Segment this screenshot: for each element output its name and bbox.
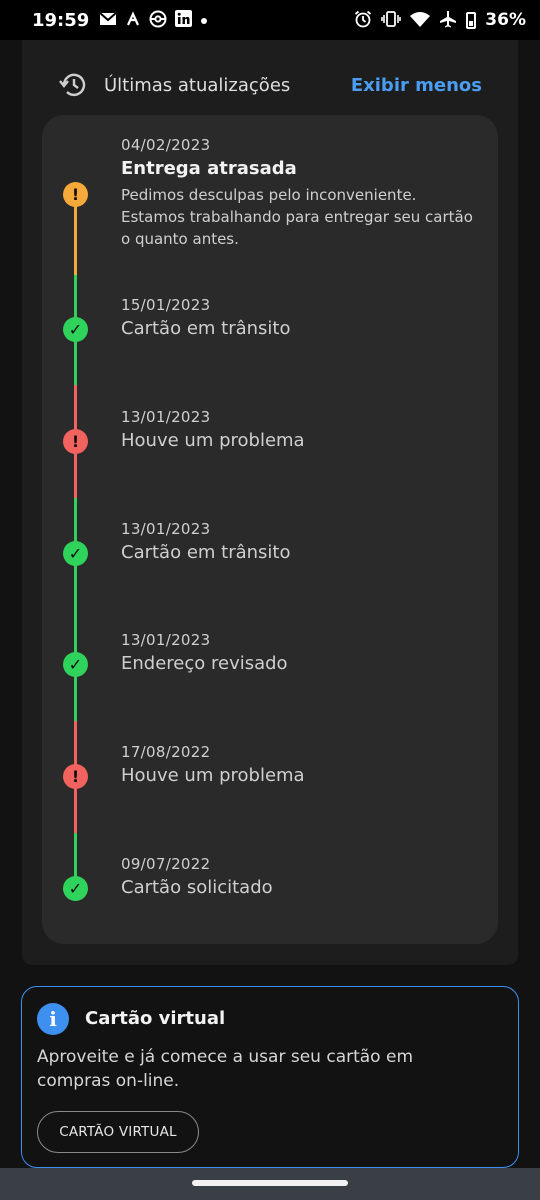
alert-icon: !	[63, 764, 88, 789]
updates-header: Últimas atualizações Exibir menos	[58, 68, 482, 102]
event-title: Cartão em trânsito	[121, 542, 291, 563]
alert-icon: !	[63, 429, 88, 454]
event-title: Cartão em trânsito	[121, 318, 291, 339]
timeline: ! 04/02/2023 Entrega atrasada Pedimos descu…	[42, 115, 498, 944]
check-icon: ✓	[63, 652, 88, 677]
status-right-icons: 36%	[354, 10, 526, 31]
navigation-bar	[0, 1168, 540, 1200]
virtual-card-text: Aproveite e já comece a usar seu cartão …	[37, 1047, 414, 1091]
pokeball-icon	[149, 10, 167, 31]
event-title: Entrega atrasada	[121, 158, 297, 179]
linkedin-icon	[175, 10, 193, 30]
event-date: 13/01/2023	[121, 520, 211, 538]
event-title: Houve um problema	[121, 430, 305, 451]
vibrate-icon	[381, 10, 402, 30]
event-date: 15/01/2023	[121, 296, 211, 314]
updates-card: Últimas atualizações Exibir menos ! 04/02…	[22, 40, 518, 965]
event-date: 17/08/2022	[121, 743, 211, 761]
check-icon: ✓	[63, 541, 88, 566]
status-time: 19:59	[32, 9, 90, 31]
alarm-icon	[354, 10, 372, 31]
app-screen: 19:59 36% Últimas atualizações Exibir me…	[0, 0, 540, 1200]
event-date: 04/02/2023	[121, 136, 211, 154]
battery-icon	[466, 11, 477, 29]
virtual-card-button[interactable]: CARTÃO VIRTUAL	[37, 1111, 199, 1153]
event-date: 13/01/2023	[121, 408, 211, 426]
home-gesture-pill[interactable]	[192, 1180, 348, 1186]
event-description: Pedimos desculpas pelo inconveniente. Es…	[121, 186, 473, 248]
check-icon: ✓	[63, 876, 88, 901]
virtual-card-title: Cartão virtual	[85, 1008, 226, 1029]
wifi-icon	[410, 11, 431, 30]
notification-icon	[125, 10, 141, 30]
status-left-icons	[99, 10, 208, 31]
battery-percent: 36%	[485, 10, 526, 30]
check-icon: ✓	[63, 317, 88, 342]
status-bar: 19:59 36%	[0, 0, 540, 40]
alert-icon: !	[63, 182, 88, 207]
show-less-link[interactable]: Exibir menos	[351, 75, 482, 96]
updates-title: Últimas atualizações	[104, 74, 291, 96]
event-date: 13/01/2023	[121, 631, 211, 649]
gmail-icon	[99, 11, 117, 29]
dot-icon	[200, 12, 208, 28]
info-icon: i	[37, 1003, 69, 1035]
event-title: Houve um problema	[121, 765, 305, 786]
airplane-icon	[439, 10, 457, 31]
virtual-card-banner: i Cartão virtual Aproveite e já comece a…	[21, 986, 519, 1168]
history-icon	[58, 69, 90, 101]
event-title: Cartão solicitado	[121, 877, 273, 898]
event-title: Endereço revisado	[121, 653, 288, 674]
event-date: 09/07/2022	[121, 855, 211, 873]
